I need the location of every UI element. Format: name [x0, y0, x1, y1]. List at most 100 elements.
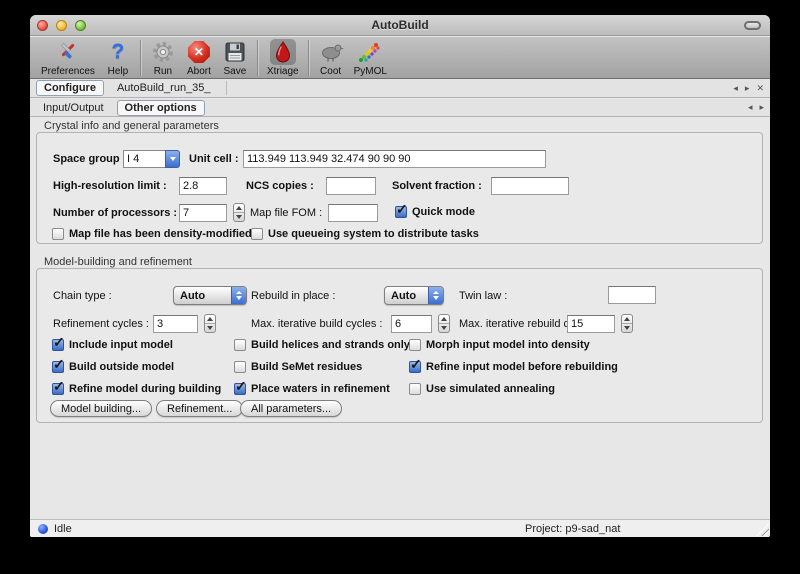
checkbox-icon[interactable] — [234, 361, 246, 373]
solvent-fraction-field[interactable] — [491, 177, 569, 195]
solvent-fraction-label: Solvent fraction : — [392, 180, 482, 192]
checkbox-icon[interactable] — [409, 339, 421, 351]
twin-law-field[interactable] — [608, 286, 656, 304]
refine-input-model-checkbox[interactable]: Refine input model before rebuilding — [409, 360, 618, 374]
stepper-down-icon[interactable] — [622, 324, 632, 332]
quick-mode-checkbox[interactable]: Quick mode — [395, 205, 475, 219]
coot-button[interactable]: Coot — [313, 39, 349, 77]
page-scroll-left-icon[interactable]: ◂ — [748, 102, 753, 113]
map-fom-field[interactable] — [328, 204, 378, 222]
simulated-annealing-checkbox[interactable]: Use simulated annealing — [409, 382, 555, 396]
pymol-button[interactable]: PyMOL — [349, 39, 392, 77]
toolbar-item-label: Run — [154, 66, 172, 77]
status-text: Idle — [54, 523, 72, 535]
checkbox-label: Build outside model — [69, 361, 174, 373]
checkbox-icon[interactable] — [409, 383, 421, 395]
include-input-model-checkbox[interactable]: Include input model — [52, 338, 173, 352]
chevron-down-icon[interactable] — [165, 150, 180, 168]
place-waters-checkbox[interactable]: Place waters in refinement — [234, 382, 390, 396]
bird-icon — [318, 39, 344, 65]
title-bar[interactable]: AutoBuild — [30, 15, 770, 36]
status-bar: Idle Project: p9-sad_nat — [30, 519, 770, 537]
checkbox-icon[interactable] — [395, 206, 407, 218]
checkbox-icon[interactable] — [52, 383, 64, 395]
crystal-group-box: Space group : Unit cell : High-resolutio… — [36, 132, 763, 244]
stepper-up-icon[interactable] — [205, 315, 215, 324]
build-semet-checkbox[interactable]: Build SeMet residues — [234, 360, 362, 374]
stepper-down-icon[interactable] — [234, 213, 244, 221]
build-helices-checkbox[interactable]: Build helices and strands only — [234, 338, 410, 352]
ncs-copies-field[interactable] — [326, 177, 376, 195]
page-scroll-right-icon[interactable]: ▸ — [759, 102, 764, 113]
build-cycles-label: Max. iterative build cycles : — [251, 318, 382, 330]
checkbox-label: Morph input model into density — [426, 339, 590, 351]
num-processors-field[interactable] — [179, 204, 227, 222]
checkbox-label: Include input model — [69, 339, 173, 351]
morph-input-model-checkbox[interactable]: Morph input model into density — [409, 338, 590, 352]
refinement-cycles-field[interactable] — [153, 315, 198, 333]
all-parameters-button[interactable]: All parameters... — [240, 400, 342, 417]
build-cycles-stepper[interactable] — [438, 314, 450, 333]
checkbox-icon[interactable] — [52, 361, 64, 373]
toolbar-item-label: Help — [108, 66, 129, 77]
queueing-checkbox[interactable]: Use queueing system to distribute tasks — [251, 227, 479, 241]
abort-button[interactable]: ✕ Abort — [181, 39, 217, 77]
rebuild-in-place-popup[interactable]: Auto — [384, 286, 444, 305]
checkbox-icon[interactable] — [234, 383, 246, 395]
rainbow-spectrum-icon — [357, 39, 383, 65]
checkbox-icon[interactable] — [234, 339, 246, 351]
tab-scroll-right-icon[interactable]: ▸ — [745, 83, 750, 94]
help-button[interactable]: ? Help — [100, 39, 136, 77]
preferences-button[interactable]: Preferences — [36, 39, 100, 77]
tab-input-output[interactable]: Input/Output — [36, 101, 111, 115]
num-processors-stepper[interactable] — [233, 203, 245, 222]
twin-law-label: Twin law : — [459, 290, 507, 302]
tab-close-icon[interactable]: ✕ — [756, 83, 764, 94]
stepper-up-icon[interactable] — [622, 315, 632, 324]
refinement-cycles-stepper[interactable] — [204, 314, 216, 333]
save-button[interactable]: Save — [217, 39, 253, 77]
toolbar-item-label: Coot — [320, 66, 341, 77]
refinement-button[interactable]: Refinement... — [156, 400, 243, 417]
space-group-combo[interactable] — [123, 150, 180, 168]
tab-configure[interactable]: Configure — [36, 80, 104, 96]
resize-grip[interactable] — [756, 523, 769, 536]
space-group-value[interactable] — [123, 150, 165, 168]
xtriage-button[interactable]: Xtriage — [262, 39, 304, 77]
density-modified-checkbox[interactable]: Map file has been density-modified — [52, 227, 252, 241]
options-panel: Crystal info and general parameters Spac… — [30, 117, 770, 519]
help-icon: ? — [105, 39, 131, 65]
refine-during-building-checkbox[interactable]: Refine model during building — [52, 382, 221, 396]
stepper-down-icon[interactable] — [205, 324, 215, 332]
rebuild-cycles-field[interactable] — [567, 315, 615, 333]
checkbox-icon[interactable] — [52, 339, 64, 351]
unit-cell-field[interactable] — [243, 150, 546, 168]
stop-x-icon: ✕ — [186, 39, 212, 65]
popup-arrows-icon — [428, 287, 443, 304]
run-button[interactable]: Run — [145, 39, 181, 77]
stepper-up-icon[interactable] — [439, 315, 449, 324]
toolbar-toggle-button[interactable] — [744, 21, 761, 30]
toolbar-separator — [308, 40, 309, 76]
toolbar-item-label: Save — [224, 66, 247, 77]
chain-type-label: Chain type : — [53, 290, 112, 302]
stepper-up-icon[interactable] — [234, 204, 244, 213]
tab-autobuild-run[interactable]: AutoBuild_run_35_ — [110, 81, 218, 95]
high-res-field[interactable] — [179, 177, 227, 195]
checkbox-icon[interactable] — [52, 228, 64, 240]
window-title: AutoBuild — [30, 18, 770, 32]
crystal-group-title: Crystal info and general parameters — [44, 120, 219, 132]
tab-other-options[interactable]: Other options — [117, 100, 205, 116]
build-outside-model-checkbox[interactable]: Build outside model — [52, 360, 174, 374]
gear-icon — [150, 39, 176, 65]
tab-scroll-left-icon[interactable]: ◂ — [733, 83, 738, 94]
build-cycles-field[interactable] — [391, 315, 432, 333]
rebuild-cycles-stepper[interactable] — [621, 314, 633, 333]
checkbox-icon[interactable] — [251, 228, 263, 240]
stepper-down-icon[interactable] — [439, 324, 449, 332]
popup-arrows-icon — [231, 287, 246, 304]
toolbar-item-label: Xtriage — [267, 66, 299, 77]
chain-type-popup[interactable]: Auto — [173, 286, 247, 305]
model-building-button[interactable]: Model building... — [50, 400, 152, 417]
checkbox-icon[interactable] — [409, 361, 421, 373]
